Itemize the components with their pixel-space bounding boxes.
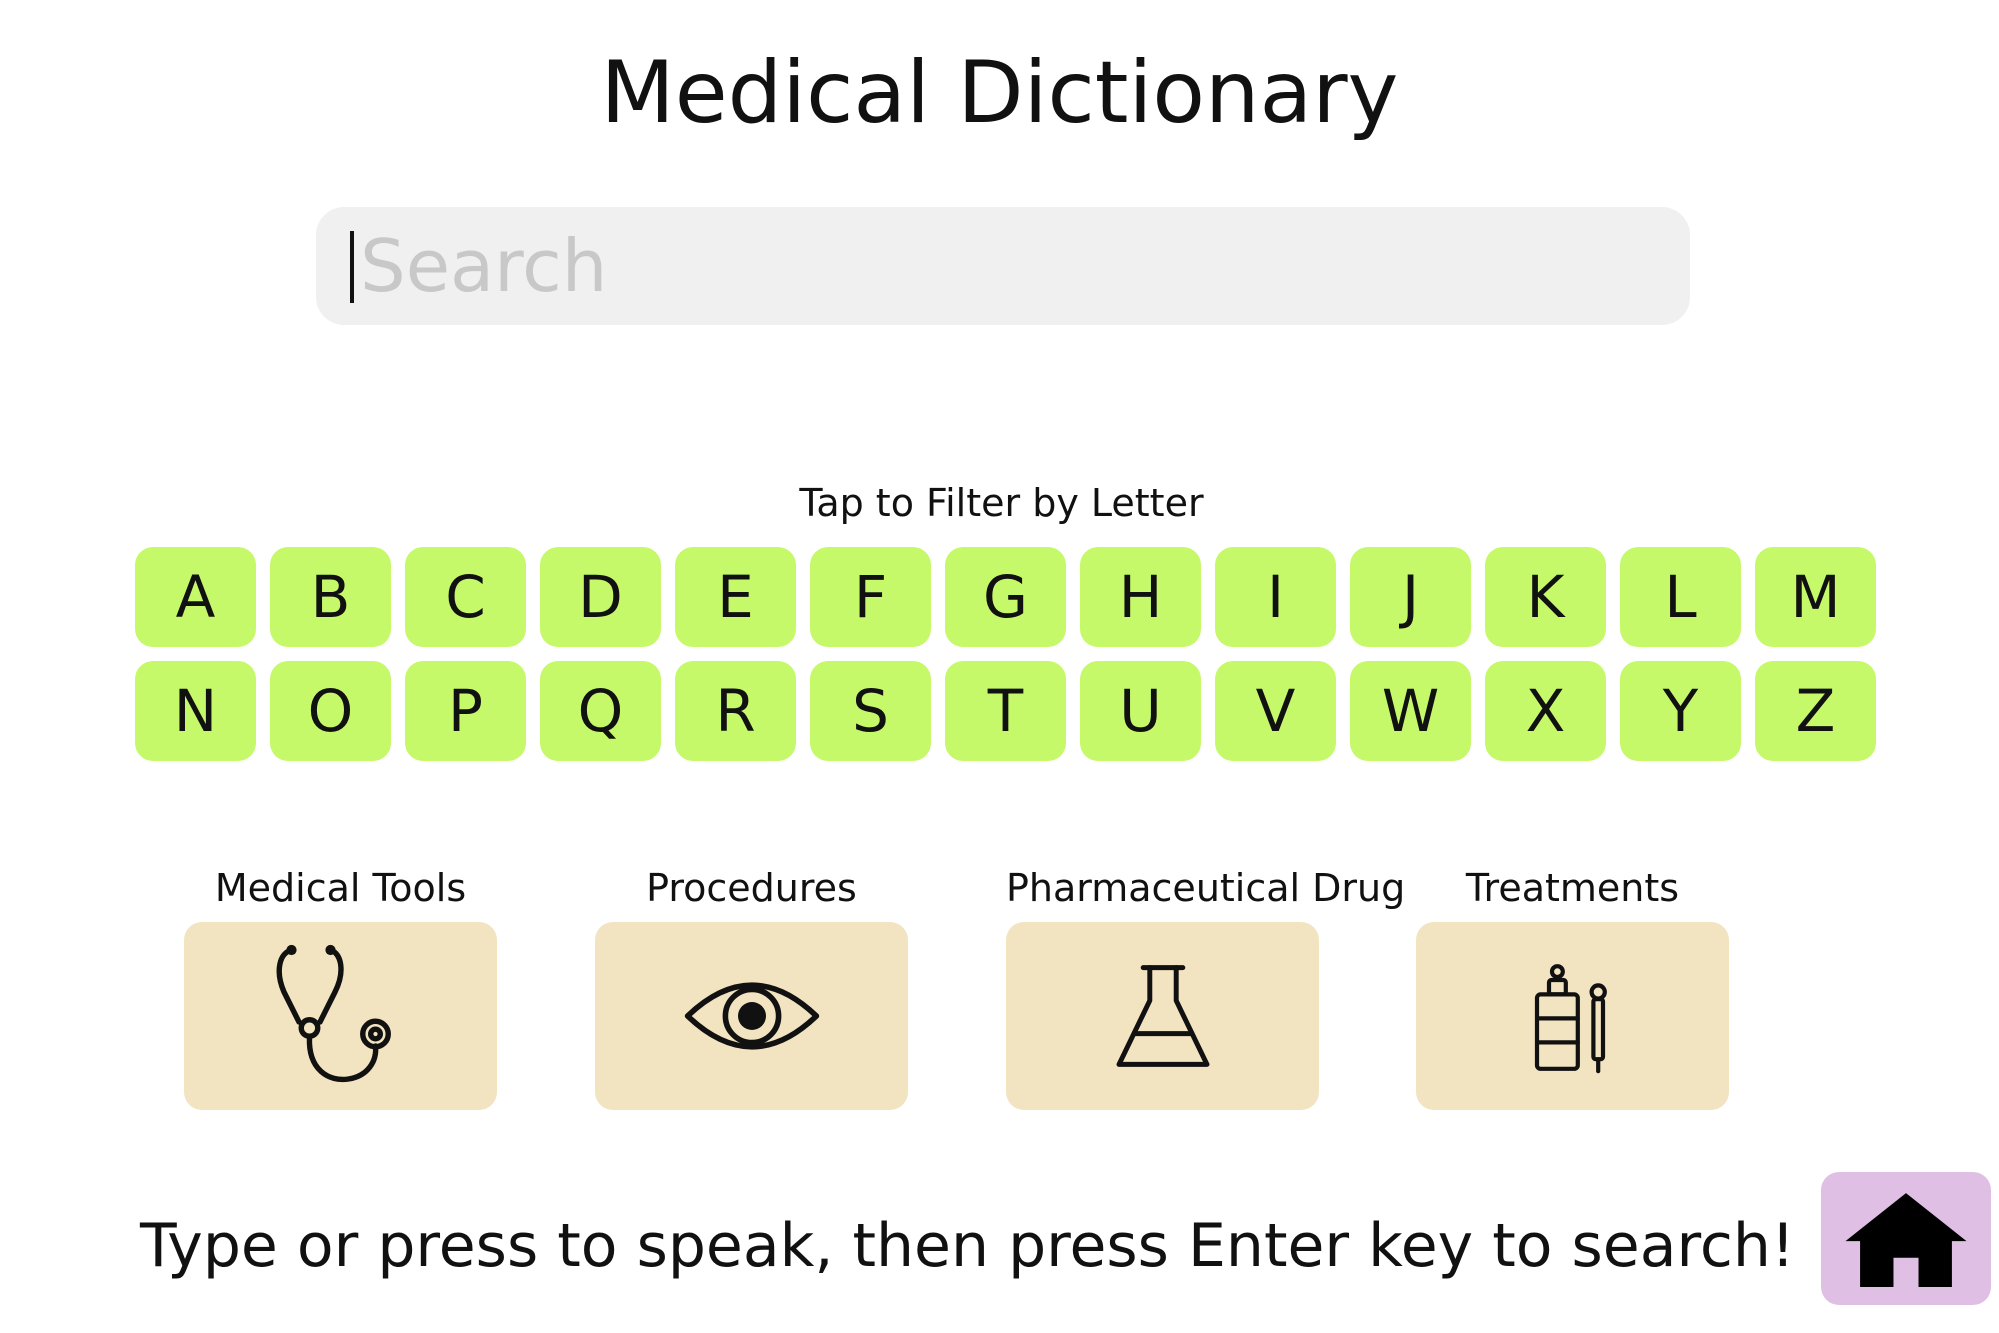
procedures-button[interactable]	[595, 922, 908, 1110]
medicine-bottle-icon	[1534, 964, 1607, 1074]
category-treatments: Treatments	[1416, 858, 1729, 1110]
letter-button-h[interactable]: H	[1080, 547, 1201, 647]
page-title: Medical Dictionary	[600, 43, 1399, 143]
letter-button-n[interactable]: N	[135, 661, 256, 761]
search-box[interactable]	[316, 207, 1690, 325]
home-button[interactable]	[1821, 1172, 1991, 1305]
letter-button-s[interactable]: S	[810, 661, 931, 761]
text-cursor	[350, 231, 354, 303]
letter-button-j[interactable]: J	[1350, 547, 1471, 647]
letter-button-v[interactable]: V	[1215, 661, 1336, 761]
category-medical-tools: Medical Tools	[184, 858, 497, 1110]
letter-button-q[interactable]: Q	[540, 661, 661, 761]
filter-caption: Tap to Filter by Letter	[799, 481, 1204, 525]
letter-button-a[interactable]: A	[135, 547, 256, 647]
letter-button-t[interactable]: T	[945, 661, 1066, 761]
letter-button-w[interactable]: W	[1350, 661, 1471, 761]
search-hint: Type or press to speak, then press Enter…	[140, 1211, 1795, 1281]
letter-button-u[interactable]: U	[1080, 661, 1201, 761]
letter-button-y[interactable]: Y	[1620, 661, 1741, 761]
category-label: Treatments	[1465, 866, 1680, 910]
letter-button-i[interactable]: I	[1215, 547, 1336, 647]
letter-filter-grid: A B C D E F G H I J K L M N O P Q R S T …	[135, 547, 1880, 761]
flask-icon	[1116, 965, 1209, 1067]
medical-dictionary-screen: Medical Dictionary Tap to Filter by Lett…	[0, 0, 1999, 1333]
pharmaceutical-drug-button[interactable]	[1006, 922, 1319, 1110]
letter-button-b[interactable]: B	[270, 547, 391, 647]
letter-button-o[interactable]: O	[270, 661, 391, 761]
category-procedures: Procedures	[595, 858, 908, 1110]
letter-button-k[interactable]: K	[1485, 547, 1606, 647]
search-input[interactable]	[360, 207, 1660, 325]
letter-button-z[interactable]: Z	[1755, 661, 1876, 761]
category-pharmaceutical-drug: Pharmaceutical Drug	[1006, 858, 1406, 1110]
letter-button-c[interactable]: C	[405, 547, 526, 647]
letter-button-l[interactable]: L	[1620, 547, 1741, 647]
letter-button-g[interactable]: G	[945, 547, 1066, 647]
stethoscope-icon	[276, 944, 391, 1083]
home-icon	[1845, 1192, 1967, 1287]
letter-button-p[interactable]: P	[405, 661, 526, 761]
category-label: Pharmaceutical Drug	[1006, 866, 1406, 910]
treatments-button[interactable]	[1416, 922, 1729, 1110]
letter-button-f[interactable]: F	[810, 547, 931, 647]
category-label: Procedures	[646, 866, 857, 910]
category-label: Medical Tools	[214, 866, 467, 910]
letter-button-d[interactable]: D	[540, 547, 661, 647]
letter-button-e[interactable]: E	[675, 547, 796, 647]
letter-button-r[interactable]: R	[675, 661, 796, 761]
letter-button-x[interactable]: X	[1485, 661, 1606, 761]
letter-button-m[interactable]: M	[1755, 547, 1876, 647]
eye-icon	[684, 982, 819, 1050]
medical-tools-button[interactable]	[184, 922, 497, 1110]
